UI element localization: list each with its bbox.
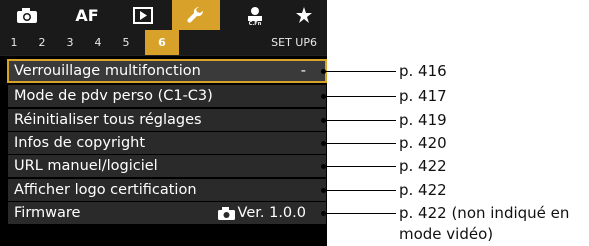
tab-shooting[interactable] <box>2 0 52 30</box>
menu-item-custom-shooting-mode[interactable]: Mode de pdv perso (C1-C3) <box>8 85 326 107</box>
menu-item-label: Afficher logo certification <box>14 182 197 198</box>
subtab-3[interactable]: 3 <box>61 30 79 55</box>
star-icon <box>296 7 312 23</box>
menu-item-reset-all[interactable]: Réinitialiser tous réglages <box>8 109 326 131</box>
svg-text:C.Fn: C.Fn <box>249 21 262 25</box>
menu-item-firmware[interactable]: Firmware Ver. 1.0.0 <box>8 202 326 224</box>
page-ref-continuation: mode vidéo) <box>399 225 494 243</box>
page-ref: p. 416 <box>399 62 447 80</box>
menu-item-certification-logo[interactable]: Afficher logo certification <box>8 179 326 201</box>
camera-menu-screen: AF C.Fn 1 2 3 4 5 6 SET UP6 Verrouillage… <box>0 0 327 246</box>
leader-line <box>324 71 396 72</box>
menu-item-label: Firmware <box>14 205 81 221</box>
menu-item-label: URL manuel/logiciel <box>14 158 158 174</box>
page-ref: p. 422 (non indiqué en <box>399 204 570 222</box>
page-ref: p. 420 <box>399 134 447 152</box>
camera-icon <box>217 206 235 220</box>
menu-item-label: Infos de copyright <box>14 135 146 151</box>
tab-custom[interactable]: C.Fn <box>232 0 278 30</box>
menu-item-label: Réinitialiser tous réglages <box>14 112 202 128</box>
firmware-version: Ver. 1.0.0 <box>237 205 306 221</box>
leader-line <box>324 213 396 214</box>
subtab-1[interactable]: 1 <box>5 30 23 55</box>
menu-item-value: - <box>300 63 306 79</box>
tab-af-label: AF <box>75 5 99 25</box>
subtab-4[interactable]: 4 <box>89 30 107 55</box>
menu-item-label: Verrouillage multifonction <box>14 63 201 79</box>
sub-tab-bar: 1 2 3 4 5 6 SET UP6 <box>0 30 327 56</box>
leader-line <box>324 96 396 97</box>
page-ref: p. 417 <box>399 87 447 105</box>
tab-setup[interactable] <box>172 0 220 30</box>
page-ref: p. 422 <box>399 181 447 199</box>
subtab-6[interactable]: 6 <box>145 30 179 55</box>
leader-line <box>324 143 396 144</box>
firmware-value: Ver. 1.0.0 <box>217 202 306 224</box>
leader-line <box>324 120 396 121</box>
page-ref: p. 422 <box>399 157 447 175</box>
menu-item-manual-url[interactable]: URL manuel/logiciel <box>8 155 326 177</box>
tab-af[interactable]: AF <box>62 0 112 30</box>
page-ref: p. 419 <box>399 111 447 129</box>
subtab-5[interactable]: 5 <box>117 30 135 55</box>
camera-icon <box>17 7 37 23</box>
custom-icon: C.Fn <box>248 7 262 25</box>
setup-icon <box>187 6 204 23</box>
leader-line <box>324 190 396 191</box>
menu-item-multifunction-lock[interactable]: Verrouillage multifonction - <box>7 59 327 83</box>
menu-item-copyright[interactable]: Infos de copyright <box>8 132 326 154</box>
main-tab-bar: AF C.Fn <box>0 0 327 30</box>
menu-item-label: Mode de pdv perso (C1-C3) <box>14 88 213 104</box>
playback-icon <box>133 6 153 24</box>
set-name-label: SET UP6 <box>271 36 317 49</box>
leader-line <box>324 166 396 167</box>
subtab-2[interactable]: 2 <box>33 30 51 55</box>
tab-playback[interactable] <box>118 0 168 30</box>
tab-mymenu[interactable] <box>284 0 324 30</box>
